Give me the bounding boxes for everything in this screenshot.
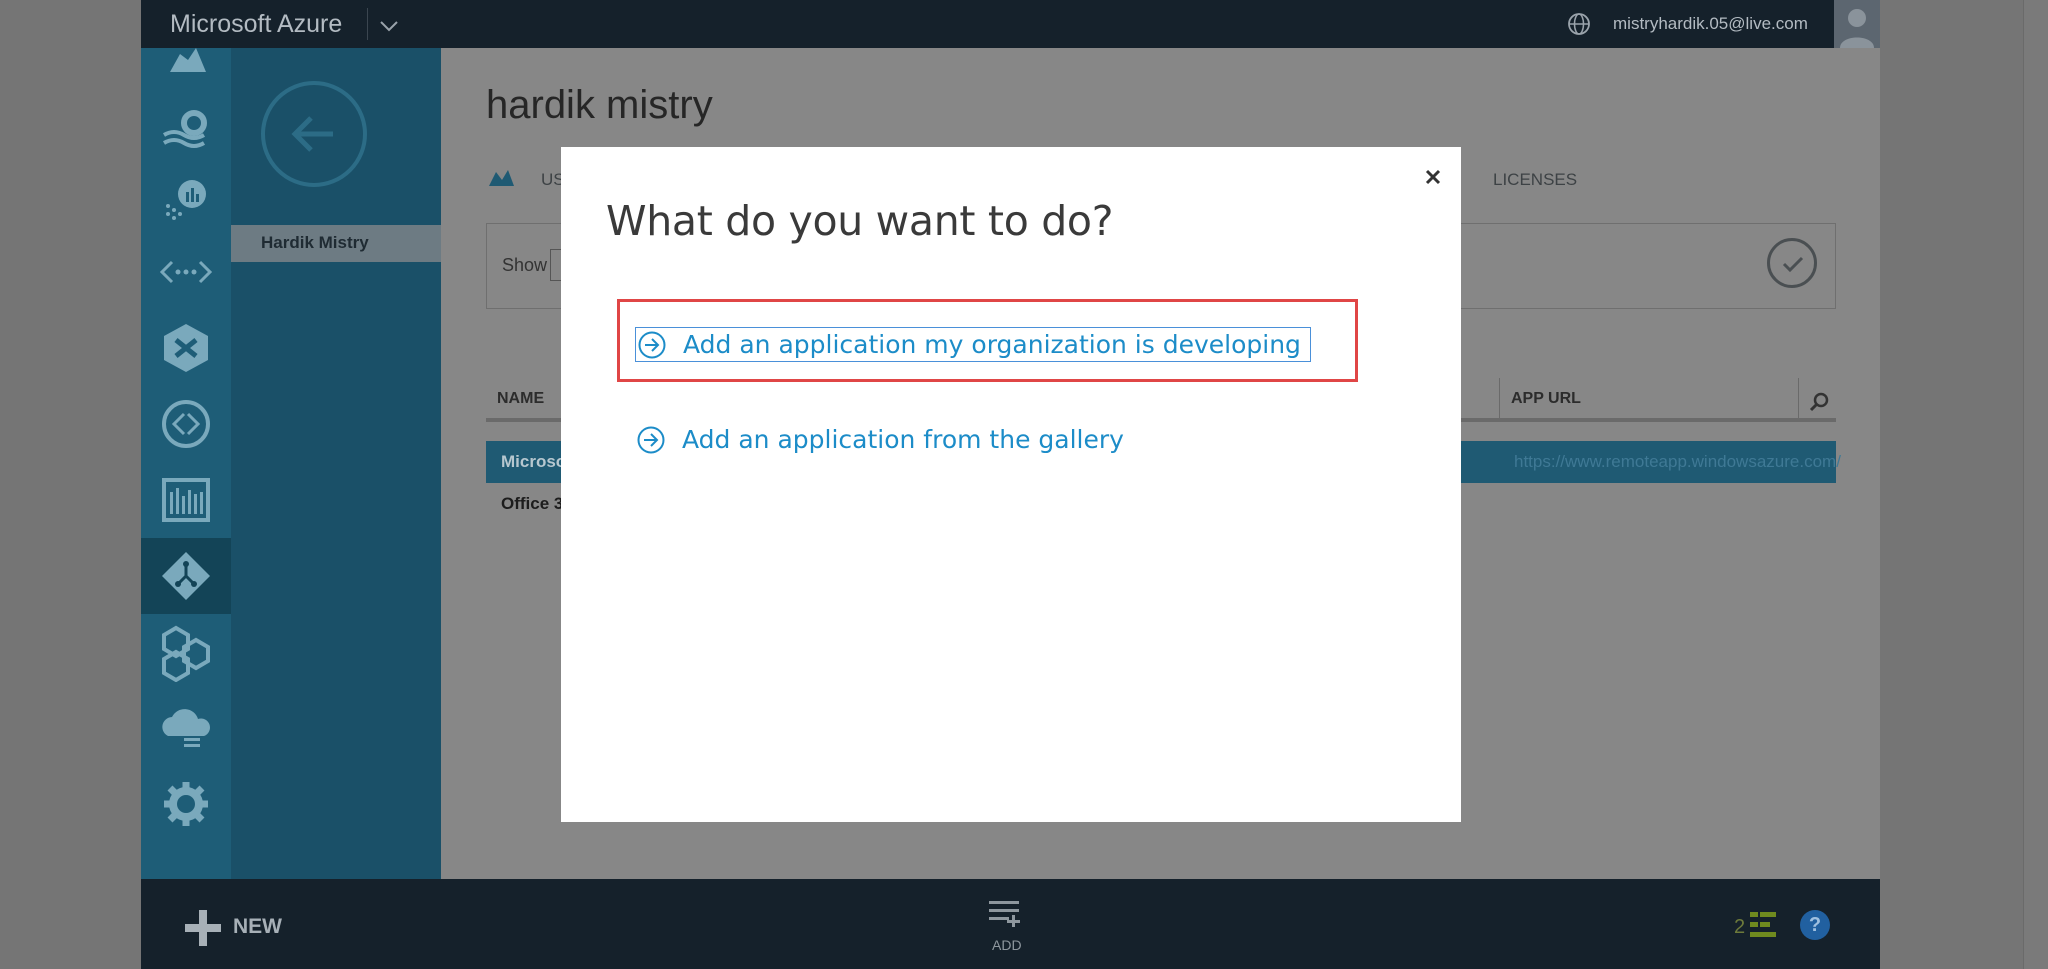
add-list-icon[interactable] [988, 897, 1022, 931]
service-rail [141, 48, 231, 879]
new-button[interactable]: NEW [233, 915, 282, 939]
rail-item-hdinsight[interactable] [141, 162, 231, 238]
rail-item-traffic[interactable] [141, 462, 231, 538]
rail-item-cloud[interactable] [141, 20, 231, 96]
top-bar: Microsoft Azure mistryhardik.05@live.com [141, 0, 1880, 48]
column-divider [1798, 378, 1799, 418]
rail-item-networks[interactable] [141, 386, 231, 462]
topbar-divider [367, 8, 368, 40]
option-label: Add an application from the gallery [682, 425, 1124, 454]
rail-item-biztalk[interactable] [141, 310, 231, 386]
column-header-name[interactable]: NAME [497, 390, 544, 408]
checkmark-icon [1782, 256, 1804, 273]
column-divider [1499, 378, 1500, 418]
settings-icon [164, 782, 208, 826]
active-directory-icon [162, 552, 210, 600]
arrow-left-icon [291, 116, 333, 152]
add-gallery-app-option[interactable]: Add an application from the gallery [635, 422, 1124, 457]
arrow-circle-right-icon [638, 331, 666, 358]
progress-icon[interactable] [1748, 908, 1778, 942]
search-icon[interactable] [1807, 390, 1831, 414]
plus-icon[interactable] [183, 908, 223, 948]
traffic-manager-icon [162, 478, 210, 522]
apply-filter-button[interactable] [1767, 238, 1817, 288]
app-name-cell: Microso [501, 452, 567, 471]
gear-services-icon [162, 110, 207, 148]
biztalk-icon [164, 324, 208, 372]
page-scrollbar[interactable] [2023, 0, 2048, 969]
rail-item-api[interactable] [141, 234, 231, 310]
help-icon[interactable]: ? [1800, 910, 1830, 940]
hdinsight-icon [166, 180, 206, 220]
back-button[interactable] [261, 81, 367, 187]
subnav-item-directory[interactable]: Hardik Mistry [231, 225, 441, 262]
app-url-cell[interactable]: https://www.remoteapp.windowsazure.com/ [1514, 452, 1841, 472]
command-bar: NEW ADD 2 ? [141, 879, 1880, 969]
cloud-services-icon [162, 709, 211, 747]
avatar[interactable] [1834, 0, 1880, 48]
rail-item-settings[interactable] [141, 766, 231, 842]
user-email[interactable]: mistryhardik.05@live.com [1613, 14, 1808, 34]
dialog-title: What do you want to do? [606, 197, 1114, 245]
chevron-down-icon[interactable] [371, 10, 407, 40]
secondary-nav: Hardik Mistry [231, 48, 441, 879]
networks-icon [162, 400, 210, 448]
rail-item-active-directory[interactable] [141, 538, 231, 614]
user-silhouette-icon [1840, 9, 1874, 48]
cloud-icon [170, 48, 206, 72]
page-title: hardik mistry [486, 83, 713, 127]
add-developing-app-option[interactable]: Add an application my organization is de… [635, 327, 1311, 362]
what-to-do-dialog: What do you want to do? Add an applicati… [561, 147, 1461, 822]
option-label: Add an application my organization is de… [683, 330, 1301, 359]
app-name-cell: Office 3 [501, 494, 564, 513]
rail-item-marketplace[interactable] [141, 614, 231, 690]
marketplace-icon [162, 625, 210, 682]
column-header-app-url[interactable]: APP URL [1511, 390, 1581, 408]
tab-licenses[interactable]: LICENSES [1493, 170, 1577, 190]
add-button-label[interactable]: ADD [992, 937, 1022, 953]
users-tab-icon [489, 170, 514, 186]
rail-item-cloud-services[interactable] [141, 690, 231, 766]
api-icon [159, 260, 213, 284]
globe-icon[interactable] [1566, 11, 1592, 37]
arrow-circle-right-icon [637, 426, 665, 453]
close-icon[interactable] [1421, 165, 1445, 189]
progress-count[interactable]: 2 [1734, 916, 1745, 939]
rail-item-services[interactable] [141, 93, 231, 169]
filter-show-label: Show [502, 255, 548, 275]
